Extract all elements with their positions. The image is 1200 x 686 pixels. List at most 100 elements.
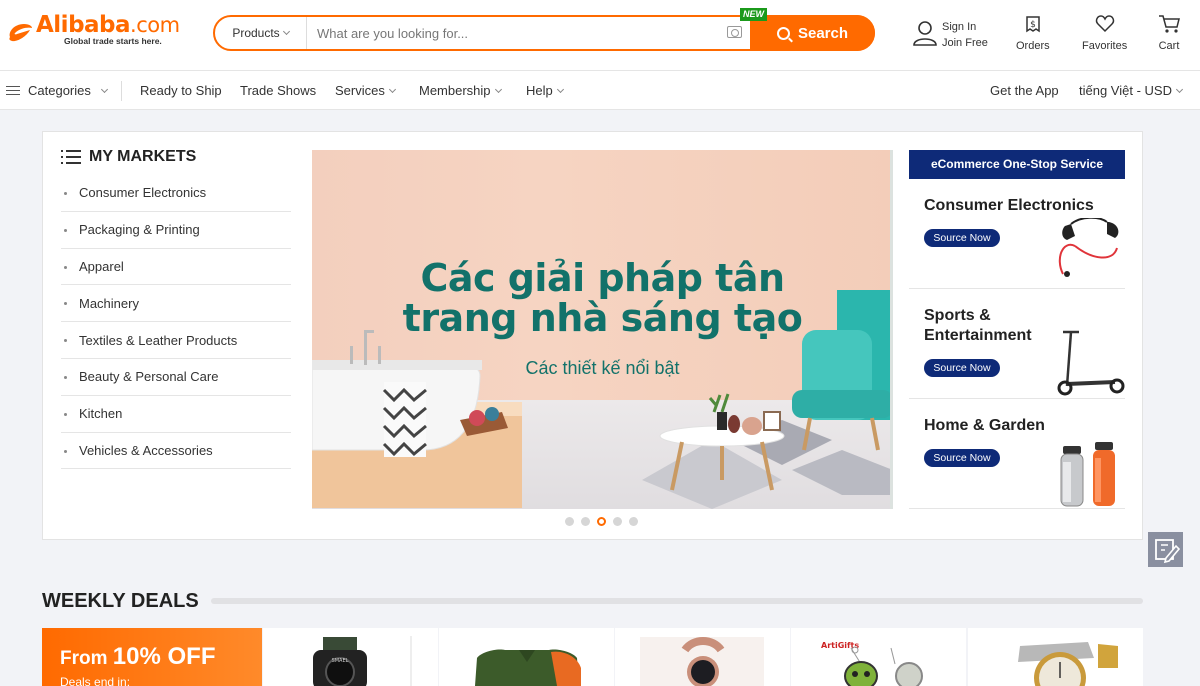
banner-title-line2: trang nhà sáng tạo [402, 296, 803, 340]
scooter-icon [1057, 330, 1125, 396]
hero-banner[interactable]: Các giải pháp tân trang nhà sáng tạo Các… [312, 150, 893, 509]
ecommerce-item-home-garden[interactable]: Home & Garden Source Now [909, 400, 1125, 509]
nav-membership[interactable]: Membership [419, 83, 502, 98]
feedback-button[interactable] [1148, 532, 1183, 567]
market-item-apparel[interactable]: Apparel [61, 249, 291, 286]
promo-note: Deals end in: [60, 675, 131, 686]
top-header: Alibaba.com Global trade starts here. Pr… [0, 0, 1200, 70]
market-item-consumer-electronics[interactable]: Consumer Electronics [61, 175, 291, 212]
deal-card[interactable]: ArtiGifts [791, 628, 966, 686]
main-nav: Categories Ready to Ship Trade Shows Ser… [0, 70, 1200, 110]
user-icon [913, 21, 937, 46]
weekly-deals-row: From 10% OFF Deals end in: SMAEL ArtiGif… [42, 628, 1143, 686]
source-now-button[interactable]: Source Now [924, 359, 1000, 377]
nav-services[interactable]: Services [335, 83, 396, 98]
market-item-vehicles-accessories[interactable]: Vehicles & Accessories [61, 433, 291, 470]
weekly-deals-divider [211, 598, 1143, 604]
logo-tagline: Global trade starts here. [64, 36, 162, 46]
weekly-deals-title: WEEKLY DEALS [42, 590, 199, 612]
ecommerce-item-sports-entertainment[interactable]: Sports & Entertainment Source Now [909, 290, 1125, 399]
logo-com: .com [130, 13, 180, 37]
search-icon [776, 26, 790, 40]
search-category-dropdown[interactable]: Products [215, 17, 307, 49]
camera-icon[interactable] [727, 26, 742, 38]
market-item-beauty-personal-care[interactable]: Beauty & Personal Care [61, 359, 291, 396]
ecommerce-heading: eCommerce One-Stop Service [909, 150, 1125, 179]
banner-title: Các giải pháp tân trang nhà sáng tạo [312, 258, 893, 338]
language-currency-label: tiếng Việt - USD [1079, 83, 1172, 98]
source-now-button[interactable]: Source Now [924, 449, 1000, 467]
chevron-down-icon [1175, 85, 1184, 93]
alibaba-logo[interactable]: Alibaba.com Global trade starts here. [6, 12, 181, 48]
water-bottles-icon [1060, 442, 1115, 507]
banner-subtitle: Các thiết kế nổi bật [525, 358, 680, 378]
chevron-down-icon [100, 85, 108, 93]
orders-icon: $ [1026, 16, 1040, 33]
chevron-down-icon [556, 85, 564, 93]
membership-label: Membership [419, 83, 491, 98]
search-button-label: Search [797, 24, 849, 42]
cart-icon [1159, 15, 1180, 33]
cart-link[interactable]: Cart [1158, 14, 1180, 52]
services-label: Services [335, 83, 385, 98]
nav-get-app[interactable]: Get the App [990, 83, 1059, 98]
favorites-label: Favorites [1082, 40, 1128, 52]
search-button[interactable]: Search [750, 15, 875, 51]
ecommerce-item-title: Sports & Entertainment [924, 307, 1032, 344]
deal-card[interactable] [968, 628, 1143, 686]
carousel-dot[interactable] [581, 517, 590, 526]
ecommerce-item-consumer-electronics[interactable]: Consumer Electronics Source Now [909, 180, 1125, 289]
trade-shows-label: Trade Shows [240, 83, 317, 98]
ecommerce-item-title: Consumer Electronics [924, 197, 1094, 214]
menu-icon [6, 85, 20, 96]
hero-section: MY MARKETS Consumer Electronics Packagin… [42, 131, 1143, 540]
market-item-machinery[interactable]: Machinery [61, 285, 291, 323]
alibaba-logo-mark-icon [9, 24, 32, 42]
categories-label: Categories [28, 83, 91, 98]
promo-prefix: From [60, 648, 108, 669]
ecommerce-panel: eCommerce One-Stop Service Consumer Elec… [909, 150, 1125, 509]
deal-card[interactable]: SMAEL [263, 628, 438, 686]
sign-in-join[interactable]: Sign In Join Free [912, 17, 1002, 51]
carousel-dot[interactable] [613, 517, 622, 526]
source-now-button[interactable]: Source Now [924, 229, 1000, 247]
market-item-kitchen[interactable]: Kitchen [61, 396, 291, 433]
favorites-link[interactable]: Favorites [1082, 14, 1127, 52]
heart-icon [1095, 15, 1114, 33]
promo-headline: From 10% OFF [60, 643, 215, 671]
categories-menu[interactable]: Categories [6, 83, 108, 98]
language-currency-selector[interactable]: tiếng Việt - USD [1079, 83, 1184, 98]
watch-gold-icon [968, 628, 1143, 686]
orders-link[interactable]: $ Orders [1016, 14, 1050, 52]
orders-label: Orders [1016, 40, 1050, 52]
nav-help[interactable]: Help [526, 83, 564, 98]
deal-card[interactable] [615, 628, 790, 686]
svg-text:$: $ [1030, 20, 1036, 30]
market-item-packaging-printing[interactable]: Packaging & Printing [61, 212, 291, 249]
svg-text:ArtiGifts: ArtiGifts [821, 641, 859, 650]
watch-icon: SMAEL [263, 628, 438, 686]
my-markets-header: MY MARKETS [61, 148, 196, 166]
get-app-label: Get the App [990, 83, 1059, 98]
market-item-textiles-leather[interactable]: Textiles & Leather Products [61, 322, 291, 359]
carousel-dot[interactable] [629, 517, 638, 526]
deals-promo-banner[interactable]: From 10% OFF Deals end in: [42, 628, 262, 686]
headphones-icon [1058, 218, 1119, 277]
svg-text:SMAEL: SMAEL [332, 658, 349, 664]
nav-ready-to-ship[interactable]: Ready to Ship [140, 83, 222, 98]
ready-to-ship-label: Ready to Ship [140, 83, 222, 98]
logo-text: Alibaba [36, 12, 131, 38]
help-label: Help [526, 83, 553, 98]
chevron-down-icon [282, 27, 290, 36]
carousel-dot-active[interactable] [597, 517, 606, 526]
carousel-dot[interactable] [565, 517, 574, 526]
sign-in-link[interactable]: Sign In [942, 19, 988, 35]
join-free-link[interactable]: Join Free [942, 35, 988, 51]
search-bar: Products Search [213, 15, 875, 51]
deal-card[interactable] [439, 628, 614, 686]
chevron-down-icon [388, 85, 396, 93]
nav-trade-shows[interactable]: Trade Shows [240, 83, 316, 98]
search-input[interactable] [317, 22, 717, 44]
my-markets-title: MY MARKETS [89, 148, 197, 165]
ecommerce-item-title: Home & Garden [924, 417, 1045, 434]
